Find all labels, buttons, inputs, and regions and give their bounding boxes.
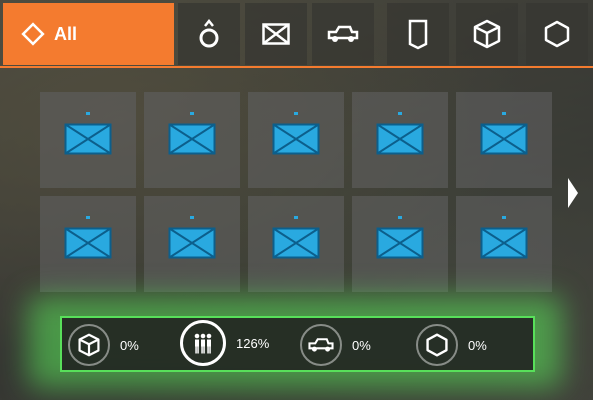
crate-icon: [473, 19, 501, 49]
envelope-icon: [64, 227, 112, 259]
tab-supplies[interactable]: [456, 3, 518, 65]
grid-item[interactable]: [456, 92, 552, 188]
shield-icon: [408, 19, 428, 50]
stat-vehicles: 0%: [300, 322, 371, 368]
tab-shield[interactable]: [387, 3, 449, 65]
item-marker-dot: [190, 112, 194, 115]
item-marker-dot: [86, 216, 90, 219]
grid-item[interactable]: [456, 196, 552, 292]
next-page-arrow-icon[interactable]: [566, 176, 580, 210]
stat-vehicles-icon-circle: [300, 324, 342, 366]
category-tabs: All: [0, 0, 593, 68]
tab-hexagon[interactable]: [526, 3, 588, 65]
grid-item[interactable]: [248, 196, 344, 292]
grid-item[interactable]: [40, 92, 136, 188]
stat-supplies-value: 0%: [120, 337, 139, 353]
tab-all-label: All: [54, 23, 78, 44]
tab-vehicle[interactable]: [312, 3, 374, 65]
diamond-icon: [21, 22, 45, 46]
build-panel: All 0% 126% 0% 0%: [0, 0, 593, 400]
tab-underline: [0, 66, 593, 68]
stat-fuel-icon-circle: [416, 324, 458, 366]
stat-fuel-value: 0%: [468, 337, 487, 353]
envelope-icon: [168, 227, 216, 259]
envelope-icon: [272, 227, 320, 259]
resource-summary-bar: 0% 126% 0% 0%: [60, 316, 535, 372]
envelope-icon: [480, 227, 528, 259]
envelope-icon: [480, 123, 528, 155]
grid-item[interactable]: [352, 196, 448, 292]
stat-supplies-icon-circle: [68, 324, 110, 366]
item-marker-dot: [502, 216, 506, 219]
envelope-icon: [376, 123, 424, 155]
stat-manpower-icon-circle: [180, 320, 226, 366]
grid-item[interactable]: [352, 92, 448, 188]
stat-manpower: 126%: [180, 320, 269, 366]
vehicle-icon: [327, 25, 359, 42]
tab-infantry[interactable]: [178, 3, 240, 65]
item-marker-dot: [294, 112, 298, 115]
item-grid: [40, 92, 552, 298]
grid-item[interactable]: [248, 92, 344, 188]
crate-icon: [78, 333, 100, 357]
item-marker-dot: [398, 216, 402, 219]
people-icon: [194, 333, 212, 354]
envelope-icon: [262, 23, 290, 45]
stat-fuel: 0%: [416, 322, 487, 368]
tab-all[interactable]: All: [3, 3, 174, 65]
item-marker-dot: [398, 112, 402, 115]
vehicle-icon: [308, 338, 334, 352]
item-marker-dot: [86, 112, 90, 115]
item-marker-dot: [294, 216, 298, 219]
item-marker-dot: [190, 216, 194, 219]
tab-mail[interactable]: [245, 3, 307, 65]
hexagon-icon: [544, 20, 570, 48]
grid-item[interactable]: [144, 92, 240, 188]
stat-manpower-value: 126%: [236, 335, 270, 351]
grid-item[interactable]: [144, 196, 240, 292]
envelope-icon: [64, 123, 112, 155]
stat-vehicles-value: 0%: [352, 337, 371, 353]
grid-item[interactable]: [40, 196, 136, 292]
item-marker-dot: [502, 112, 506, 115]
envelope-icon: [272, 123, 320, 155]
envelope-icon: [168, 123, 216, 155]
hexagon-icon: [426, 333, 448, 357]
stat-supplies: 0%: [68, 322, 139, 368]
infantry-marker-icon: [199, 19, 219, 48]
envelope-icon: [376, 227, 424, 259]
